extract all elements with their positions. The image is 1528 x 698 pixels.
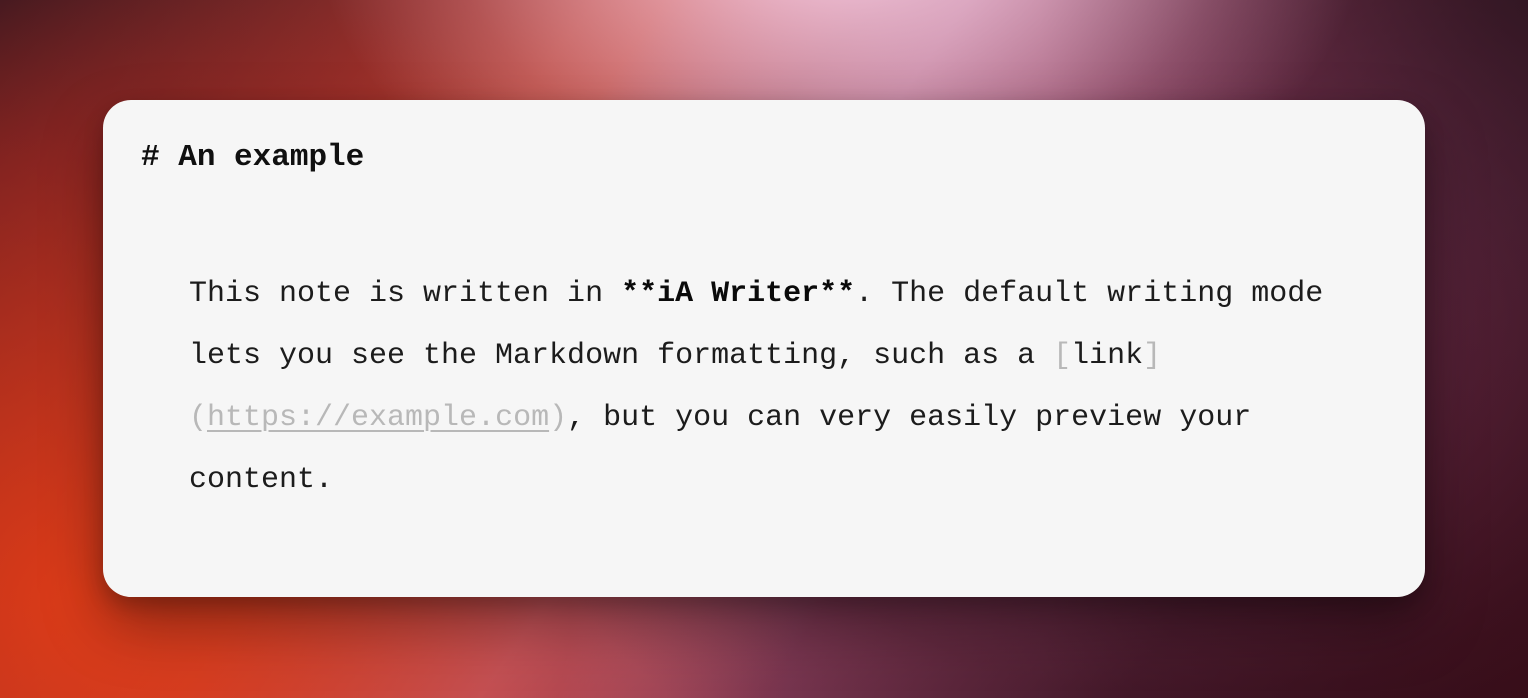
editor-card: # An example This note is written in **i… (103, 100, 1425, 597)
link-paren-open: ( (189, 401, 207, 435)
heading-text: An example (178, 140, 364, 175)
link-bracket-close: ] (1143, 339, 1161, 373)
heading-line[interactable]: # An example (141, 140, 1355, 175)
bold-marker-close: ** (819, 277, 855, 311)
link-url: https://example.com (207, 401, 549, 435)
link-text: link (1071, 339, 1143, 373)
heading-marker: # (141, 140, 178, 175)
bold-marker-open: ** (621, 277, 657, 311)
link-paren-close: ) (549, 401, 567, 435)
link-bracket-open: [ (1053, 339, 1071, 373)
body-before-bold: This note is written in (189, 277, 621, 311)
body-paragraph[interactable]: This note is written in **iA Writer**. T… (141, 263, 1355, 511)
bold-text: iA Writer (657, 277, 819, 311)
